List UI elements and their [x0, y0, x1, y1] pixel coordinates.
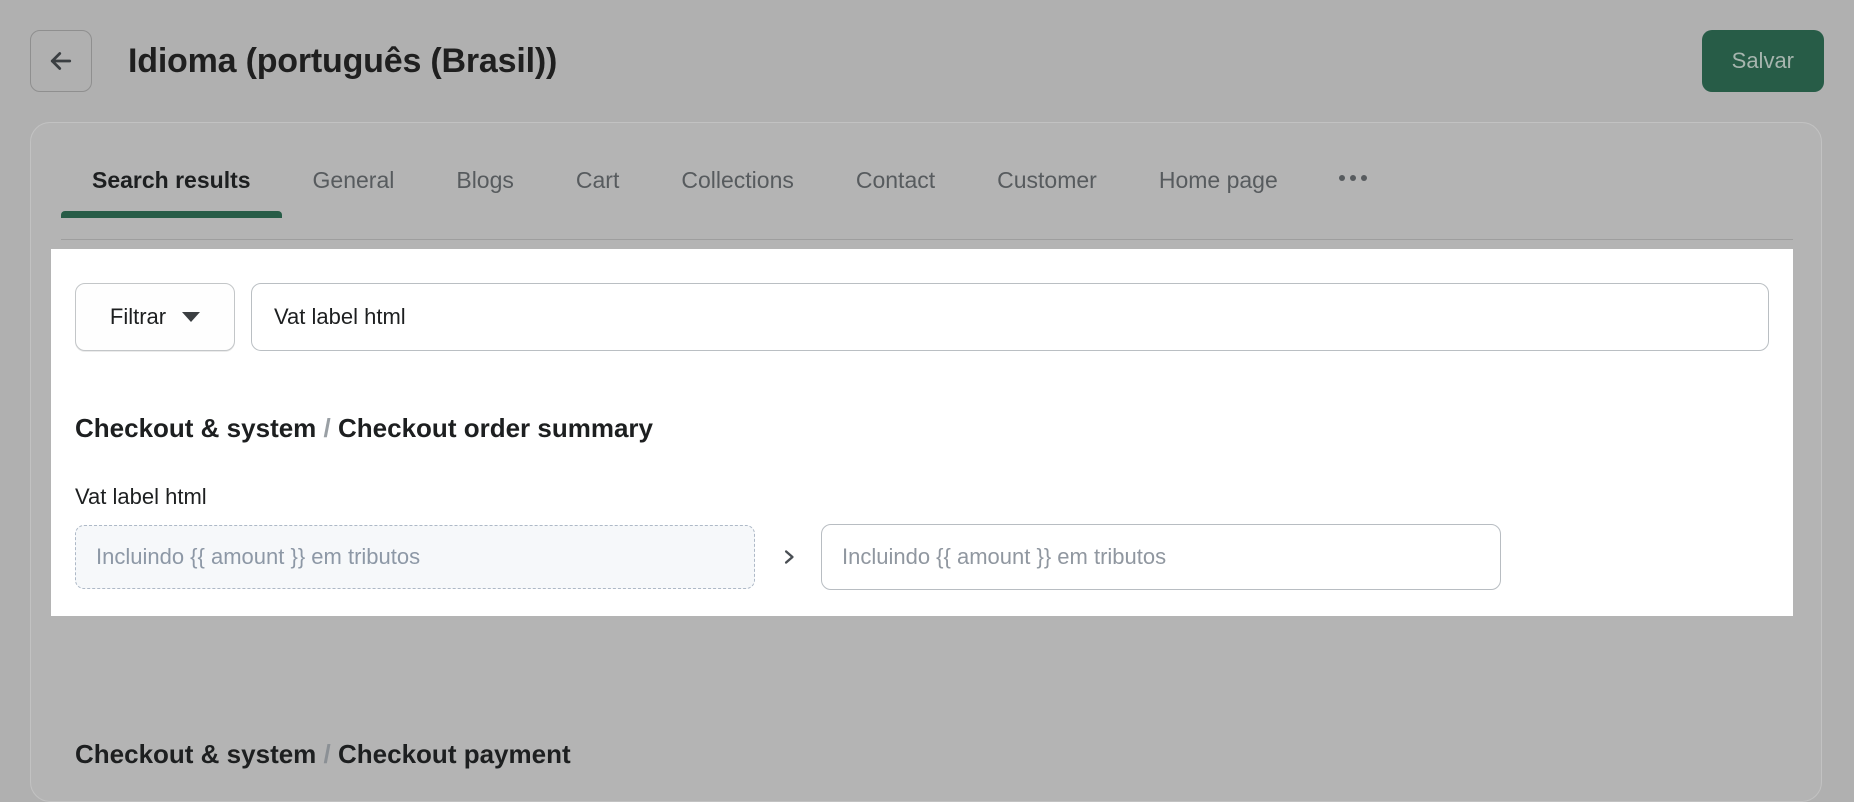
next-group-heading-prefix: Checkout & system	[75, 739, 317, 769]
filter-row: Filtrar	[75, 283, 1769, 351]
tab-home-page[interactable]: Home page	[1128, 123, 1309, 194]
tab-customer[interactable]: Customer	[966, 123, 1128, 194]
ellipsis-horizontal-icon	[1338, 175, 1367, 181]
save-button[interactable]: Salvar	[1701, 30, 1824, 92]
source-text-box: Incluindo {{ amount }} em tributos	[75, 525, 755, 589]
filter-button-label: Filtrar	[109, 304, 167, 329]
page-title: Idioma (português (Brasil))	[128, 41, 558, 80]
search-results-panel: Filtrar Checkout & system / Checkout ord…	[51, 249, 1793, 616]
tab-search-results[interactable]: Search results	[61, 123, 282, 218]
translation-row: Incluindo {{ amount }} em tributos	[75, 524, 1769, 590]
tabs-overflow-button[interactable]	[1309, 123, 1397, 181]
tab-collections[interactable]: Collections	[650, 123, 825, 194]
chevron-down-icon	[182, 312, 201, 322]
next-group-heading-suffix: Checkout payment	[338, 739, 571, 769]
next-result-group-heading: Checkout & system / Checkout payment	[75, 739, 571, 770]
next-group-heading-separator: /	[323, 739, 331, 769]
filter-button[interactable]: Filtrar	[75, 283, 235, 351]
group-heading-separator: /	[323, 413, 331, 443]
chevron-right-icon	[755, 544, 821, 570]
arrow-left-icon	[46, 46, 76, 76]
tab-general[interactable]: General	[282, 123, 426, 194]
tab-list: Search results General Blogs Cart Collec…	[61, 123, 1397, 218]
tab-cart[interactable]: Cart	[545, 123, 650, 194]
back-button[interactable]	[30, 30, 92, 92]
page-header: Idioma (português (Brasil)) Salvar	[0, 0, 1854, 122]
result-group-heading: Checkout & system / Checkout order summa…	[75, 413, 1769, 444]
group-heading-suffix: Checkout order summary	[338, 413, 653, 443]
group-heading-prefix: Checkout & system	[75, 413, 317, 443]
tab-strip: Search results General Blogs Cart Collec…	[31, 123, 1821, 240]
content-card: Search results General Blogs Cart Collec…	[30, 122, 1822, 802]
tab-blogs[interactable]: Blogs	[425, 123, 545, 194]
translation-input[interactable]	[821, 524, 1501, 590]
field-label: Vat label html	[75, 484, 207, 509]
tab-divider	[61, 239, 1793, 240]
search-input[interactable]	[251, 283, 1769, 351]
tab-contact[interactable]: Contact	[825, 123, 966, 194]
